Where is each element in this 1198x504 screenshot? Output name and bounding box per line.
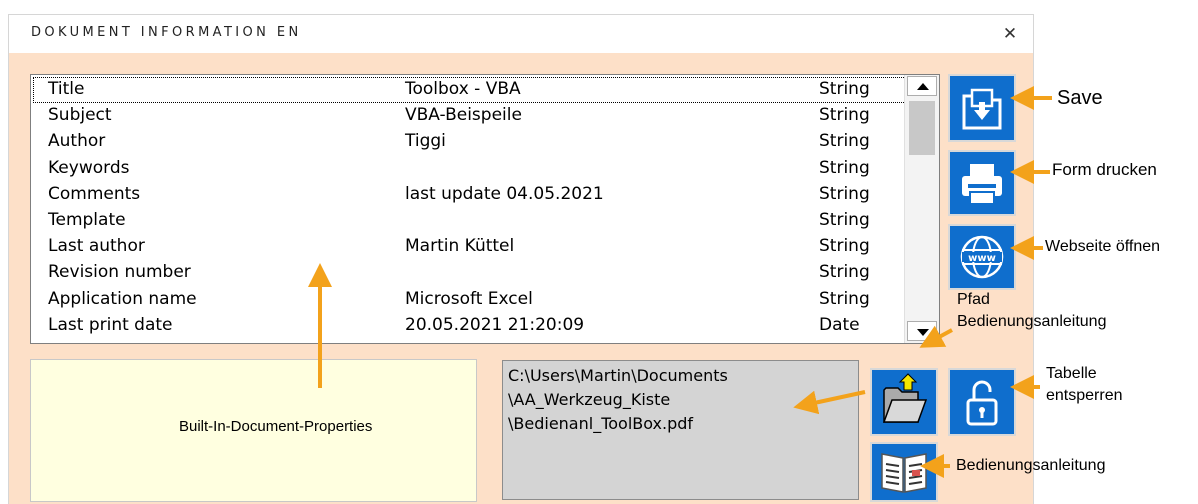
list-cell-type: String	[819, 210, 870, 230]
list-cell-value: last update 04.05.2021	[405, 183, 604, 204]
background-remnant-left	[630, 0, 634, 10]
list-cell-type: String	[819, 288, 870, 309]
annotation-save: Save	[1057, 87, 1103, 109]
unlock-icon	[966, 380, 998, 426]
list-cell-type: String	[819, 131, 870, 152]
annotation-website: Webseite öffnen	[1045, 238, 1161, 255]
path-line-1: C:\Users\Martin\Documents	[508, 366, 728, 385]
list-cell-type: String	[819, 79, 870, 99]
list-cell-name: Keywords	[48, 157, 130, 178]
list-cell-name: Template	[48, 210, 126, 230]
list-item[interactable]: Last print date 20.05.2021 21:20:09 Date	[33, 313, 906, 339]
properties-listbox[interactable]: Title Toolbox - VBA String Subject VBA-Beisp…	[30, 74, 940, 344]
book-icon	[872, 444, 936, 500]
open-website-button[interactable]: www	[948, 224, 1016, 290]
list-item[interactable]: Author Tiggi String	[33, 129, 906, 155]
list-item[interactable]: Revision number String	[33, 260, 906, 286]
list-cell-value: Martin Küttel	[405, 236, 515, 257]
list-cell-value: Microsoft Excel	[405, 288, 533, 309]
scroll-up-button[interactable]	[907, 76, 937, 96]
list-cell-value: Toolbox - VBA	[405, 79, 521, 99]
list-cell-name: Application name	[48, 288, 197, 309]
property-panel-label: Built-In-Document-Properties	[179, 418, 373, 435]
list-cell-type: String	[819, 157, 870, 178]
annotation-path-line1: Pfad	[957, 291, 990, 308]
list-item[interactable]: Application name Microsoft Excel String	[33, 287, 906, 313]
globe-www-icon: www	[960, 235, 1004, 279]
annotation-unlock-line1: Tabelle	[1046, 365, 1097, 382]
annotation-unlock-line2: entsperren	[1046, 387, 1123, 404]
title-bar: DOKUMENT INFORMATION EN ✕	[9, 15, 1033, 53]
list-cell-name: Revision number	[48, 262, 191, 283]
list-cell-value: VBA-Beispeile	[405, 105, 522, 126]
manual-path-box: C:\Users\Martin\Documents \AA_Werkzeug_K…	[502, 360, 859, 500]
open-manual-button[interactable]	[870, 442, 938, 502]
list-cell-value: 20.05.2021 21:20:09	[405, 314, 585, 335]
folder-open-icon	[872, 370, 936, 434]
save-icon	[962, 88, 1002, 130]
arrow-up-icon	[917, 83, 929, 90]
annotation-path-line2: Bedienungsanleitung	[957, 313, 1107, 330]
list-cell-type: String	[819, 183, 870, 204]
save-button[interactable]	[948, 74, 1016, 142]
unlock-table-button[interactable]	[948, 368, 1016, 436]
document-info-dialog: DOKUMENT INFORMATION EN ✕ Title Toolbox -…	[8, 14, 1034, 504]
list-item[interactable]: Template String	[33, 208, 906, 234]
list-cell-name: Title	[48, 79, 85, 99]
list-item[interactable]: Comments last update 04.05.2021 String	[33, 182, 906, 208]
arrow-down-icon	[917, 329, 929, 336]
vertical-scrollbar[interactable]	[904, 75, 939, 343]
list-cell-value: Tiggi	[405, 131, 446, 152]
list-cell-name: Last author	[48, 236, 145, 257]
path-line-2: \AA_Werkzeug_Kiste	[508, 390, 671, 409]
list-item[interactable]: Subject VBA-Beispeile String	[33, 103, 906, 129]
list-cell-type: String	[819, 105, 870, 126]
list-cell-type: String	[819, 236, 870, 257]
scroll-thumb[interactable]	[909, 101, 935, 155]
path-line-3: \Bedienanl_ToolBox.pdf	[508, 414, 694, 433]
svg-text:www: www	[968, 253, 996, 264]
list-item[interactable]: Last author Martin Küttel String	[33, 234, 906, 260]
list-cell-name: Last print date	[48, 314, 173, 335]
list-cell-name: Comments	[48, 183, 141, 204]
print-form-button[interactable]	[948, 150, 1016, 216]
annotation-print: Form drucken	[1052, 160, 1157, 179]
list-cell-type: Date	[819, 314, 860, 335]
open-path-button[interactable]	[870, 368, 938, 436]
close-button[interactable]: ✕	[995, 19, 1025, 49]
list-item[interactable]: Keywords String	[33, 156, 906, 182]
list-cell-name: Author	[48, 131, 106, 152]
dialog-title: DOKUMENT INFORMATION EN	[31, 25, 302, 40]
dialog-client-area: Title Toolbox - VBA String Subject VBA-Beisp…	[9, 53, 1033, 504]
list-cell-name: Subject	[48, 105, 112, 126]
scroll-down-button[interactable]	[907, 321, 937, 341]
annotation-manual: Bedienungsanleitung	[956, 457, 1106, 474]
list-cell-type: String	[819, 262, 870, 283]
printer-icon	[962, 164, 1002, 205]
list-item[interactable]: Title Toolbox - VBA String	[33, 77, 906, 103]
